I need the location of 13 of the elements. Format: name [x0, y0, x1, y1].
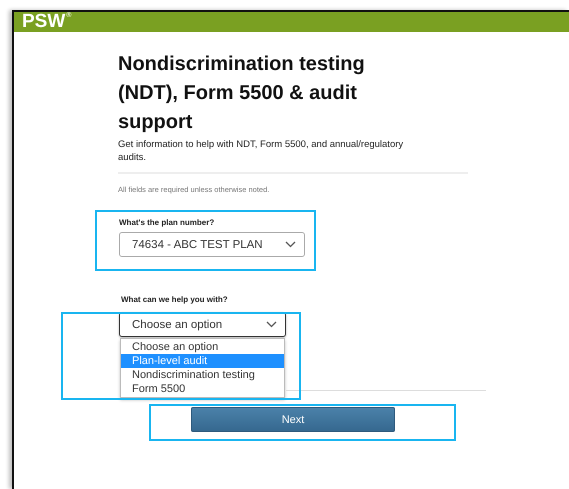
chevron-down-icon — [266, 321, 277, 328]
dropdown-option[interactable]: Choose an option — [121, 340, 284, 354]
field-label: What's the plan number? — [119, 218, 216, 227]
next-button[interactable]: Next — [191, 407, 395, 432]
chevron-down-icon — [285, 241, 296, 248]
dropdown-option[interactable]: Nondiscrimination testing — [121, 368, 284, 382]
page-description: Get information to help with NDT, Form 5500, and annual/regulatory audits. — [118, 138, 404, 164]
dropdown-select[interactable]: 74634 - ABC TEST PLAN — [119, 232, 305, 257]
dropdown-select[interactable]: Choose an option — [119, 312, 286, 337]
page-title: Nondiscrimination testing (NDT), Form 5500 & audit support — [118, 52, 366, 135]
logo: PSW$^{®}$ — [22, 12, 72, 32]
field-label: What can we help you with? — [121, 295, 229, 304]
dropdown-option[interactable]: Form 5500 — [121, 382, 284, 396]
